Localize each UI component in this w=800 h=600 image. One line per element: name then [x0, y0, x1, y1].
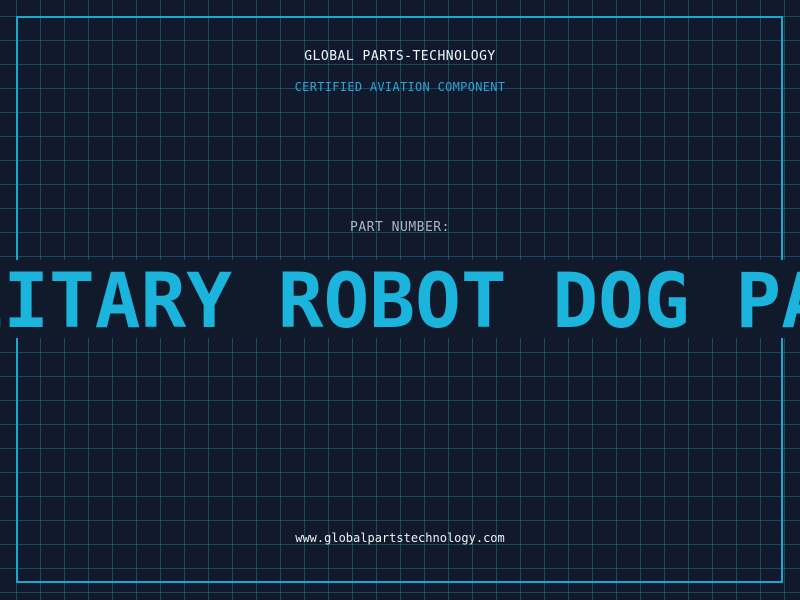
- certification-subtitle: CERTIFIED AVIATION COMPONENT: [294, 80, 506, 94]
- company-name: GLOBAL PARTS-TECHNOLOGY: [304, 49, 496, 64]
- part-number-label: PART NUMBER:: [350, 220, 450, 235]
- part-number-value: MILITARY ROBOT DOG PART: [0, 260, 800, 339]
- part-number-band: MILITARY ROBOT DOG PART: [0, 260, 800, 338]
- label-canvas: GLOBAL PARTS-TECHNOLOGY CERTIFIED AVIATI…: [0, 0, 800, 600]
- website-url: www.globalpartstechnology.com: [295, 531, 505, 545]
